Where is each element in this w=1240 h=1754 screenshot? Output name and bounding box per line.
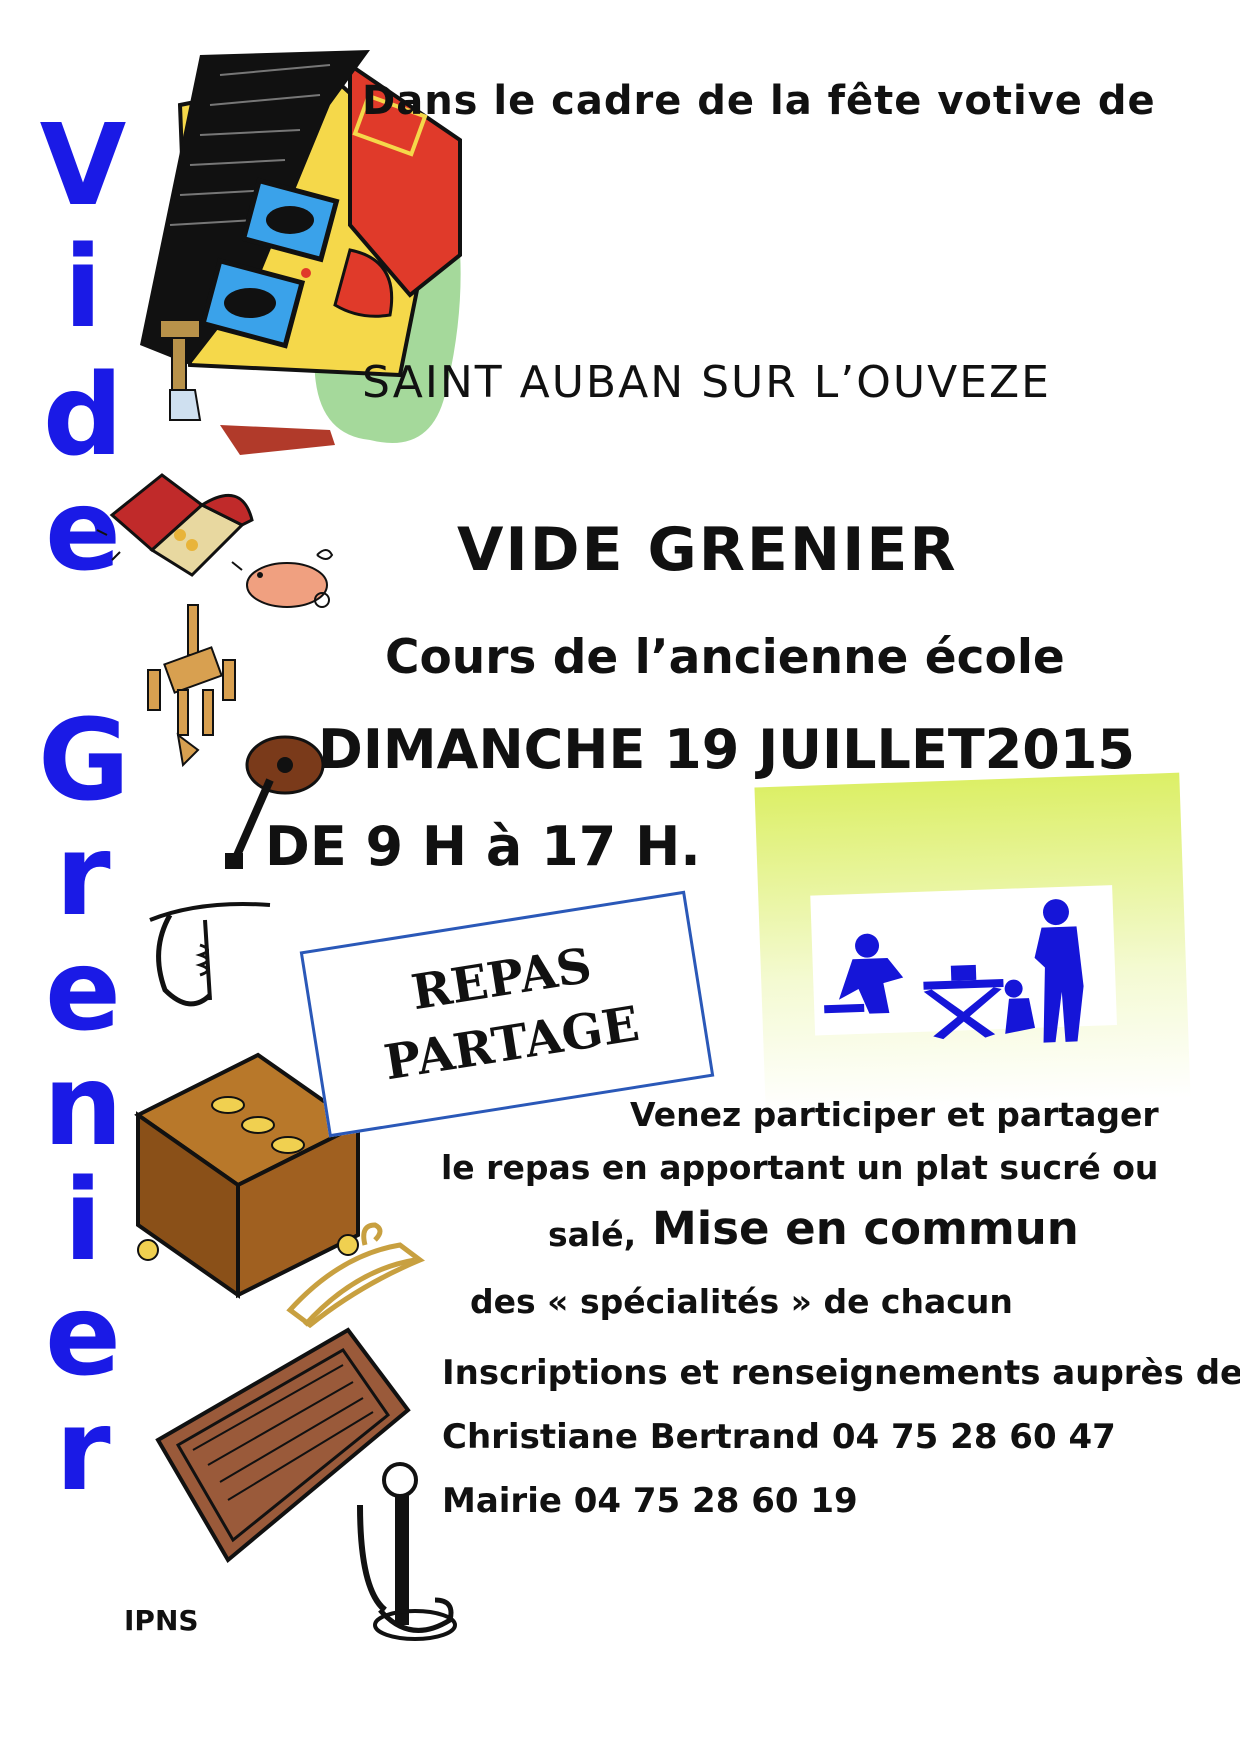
intro-line: Dans le cadre de la fête votive de	[362, 78, 1156, 124]
description-line-2: le repas en apportant un plat sucré ou	[441, 1148, 1159, 1187]
contact-line-3: Mairie 04 75 28 60 19	[442, 1481, 858, 1521]
hangers-illustration	[286, 1222, 425, 1329]
village-name: SAINT AUBAN SUR L’OUVEZE	[362, 357, 1051, 408]
treasure-chest-illustration	[96, 473, 254, 577]
ipns-label: IPNS	[124, 1604, 199, 1637]
vertical-letter: i	[63, 1156, 103, 1286]
vertical-letter: e	[45, 1271, 121, 1401]
vertical-letter: n	[43, 1041, 123, 1171]
vertical-letter: r	[55, 811, 111, 941]
vertical-letter: r	[55, 1386, 111, 1516]
picnic-illustration	[754, 772, 1191, 1113]
description-line-4: des « spécialités » de chacun	[470, 1282, 1013, 1321]
contact-line-1: Inscriptions et renseignements auprès de	[442, 1353, 1240, 1393]
vertical-letter: e	[45, 926, 121, 1056]
vertical-letter: G	[38, 696, 130, 826]
contact-line-2: Christiane Bertrand 04 75 28 60 47	[442, 1417, 1116, 1457]
picnic-people-icon	[824, 899, 1084, 1043]
event-date: DIMANCHE 19 JUILLET2015	[318, 718, 1135, 781]
event-hours: DE 9 H à 17 H.	[265, 815, 701, 878]
event-title: VIDE GRENIER	[457, 515, 958, 585]
event-location: Cours de l’ancienne école	[385, 630, 1065, 685]
corkscrew-illustration	[149, 902, 271, 1007]
description-line-3a: salé,	[548, 1215, 637, 1254]
description-line-1: Venez participer et partager	[630, 1095, 1159, 1134]
description-highlight: Mise en commun	[652, 1202, 1079, 1255]
